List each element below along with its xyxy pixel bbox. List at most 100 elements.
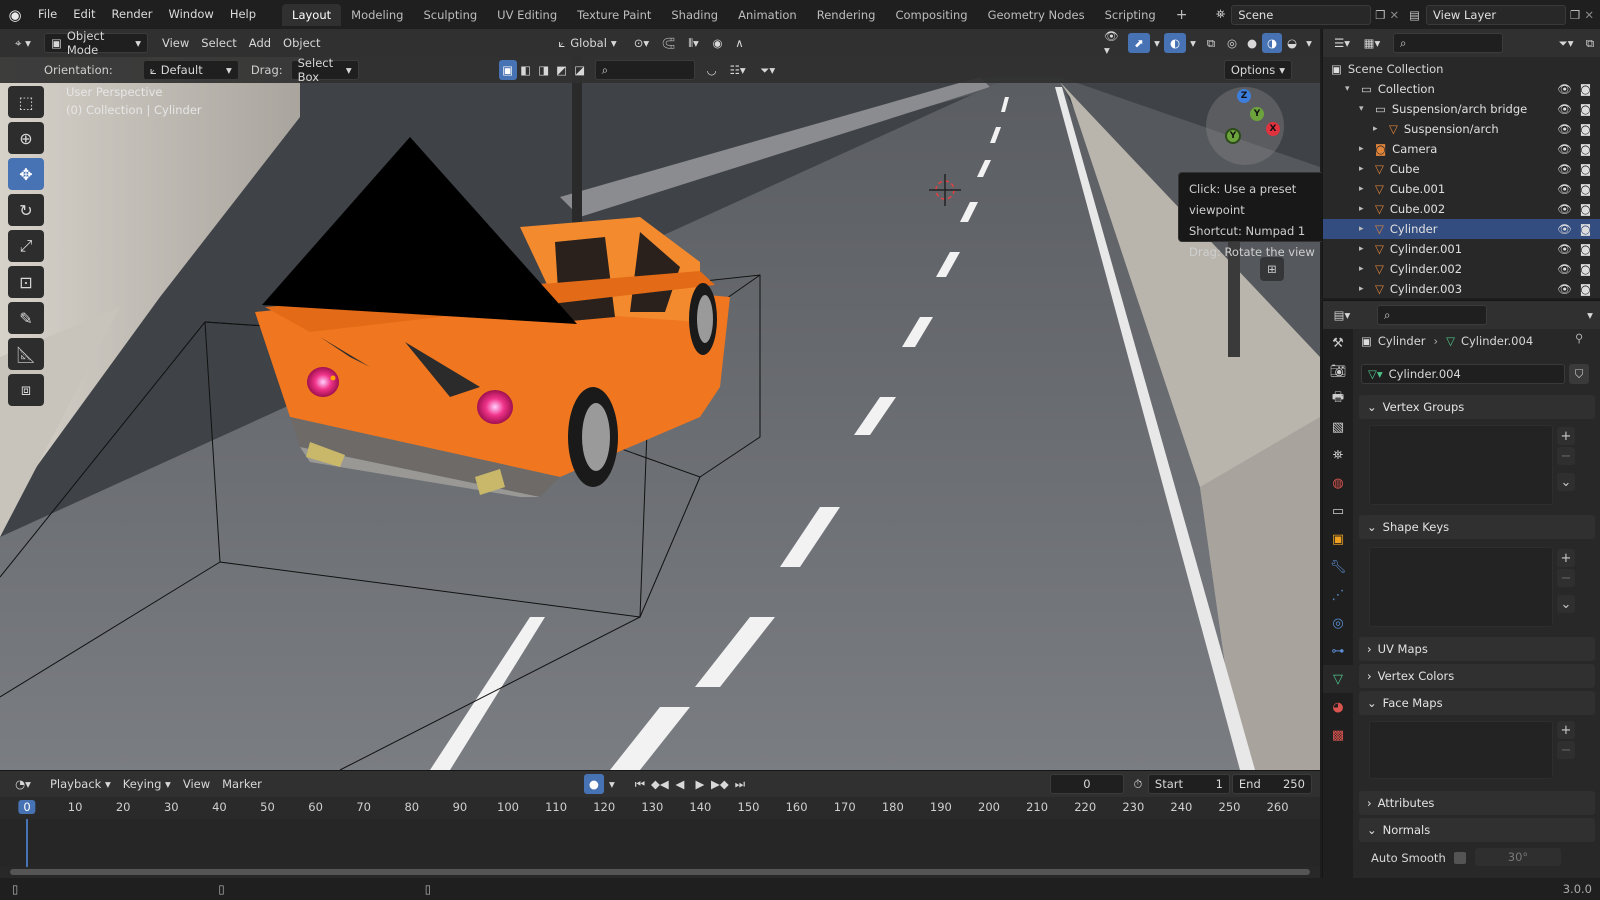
tab-rendering[interactable]: Rendering bbox=[807, 4, 886, 26]
particles-tab-icon[interactable]: ⋰ bbox=[1323, 581, 1353, 609]
menu-object[interactable]: Object bbox=[277, 33, 326, 53]
cursor-tool-icon[interactable]: ⊕ bbox=[8, 122, 44, 154]
outliner-item[interactable]: ▸ ▽ Cylinder.003 👁︎ ◙ bbox=[1323, 279, 1600, 299]
properties-options-icon[interactable]: ▾ bbox=[1580, 305, 1600, 325]
shape-key-specials-button[interactable]: ⌄ bbox=[1557, 595, 1575, 613]
data-tab-icon[interactable]: ▽ bbox=[1323, 665, 1353, 693]
shape-keys-list[interactable] bbox=[1369, 547, 1553, 627]
shape-keys-panel-header[interactable]: ⌄ Shape Keys bbox=[1359, 515, 1595, 539]
vertex-groups-panel-header[interactable]: ⌄ Vertex Groups bbox=[1359, 395, 1595, 419]
drag-selector[interactable]: Select Box ▾ bbox=[290, 56, 359, 84]
menu-select[interactable]: Select bbox=[195, 33, 242, 53]
render-camera-icon[interactable]: ◙ bbox=[1580, 182, 1591, 196]
view-layer-selector[interactable]: View Layer bbox=[1426, 4, 1567, 25]
outliner-item[interactable]: ▸ ▽ Cylinder.002 👁︎ ◙ bbox=[1323, 259, 1600, 279]
face-maps-list[interactable] bbox=[1369, 721, 1553, 779]
collapse-icon[interactable]: ◡ bbox=[701, 60, 723, 80]
expand-arrow-icon[interactable]: ▸ bbox=[1359, 284, 1371, 294]
select-mode-extend-icon[interactable]: ◧ bbox=[517, 60, 535, 80]
render-camera-icon[interactable]: ◙ bbox=[1580, 122, 1591, 136]
visibility-eye-icon[interactable]: 👁︎ bbox=[1557, 102, 1572, 116]
wireframe-shading-icon[interactable]: ◎ bbox=[1222, 33, 1242, 53]
visibility-eye-icon[interactable]: 👁︎ bbox=[1557, 202, 1572, 216]
visibility-eye-icon[interactable]: 👁︎ bbox=[1557, 122, 1572, 136]
tab-layout[interactable]: Layout bbox=[282, 3, 342, 26]
remove-vertex-group-button[interactable]: − bbox=[1557, 447, 1575, 465]
orientation-selector[interactable]: ⟀ Default ▾ bbox=[142, 60, 239, 80]
timeline-track-area[interactable] bbox=[0, 819, 1320, 867]
expand-arrow-icon[interactable]: ▸ bbox=[1359, 184, 1371, 194]
outliner-filter-icon[interactable]: ⏷▾ bbox=[1552, 33, 1580, 53]
end-frame-field[interactable]: End 250 bbox=[1231, 774, 1312, 794]
gizmo-neg-y-icon[interactable]: Y bbox=[1225, 128, 1241, 144]
transform-orientation-selector[interactable]: ⟀ Global ▾ bbox=[549, 33, 627, 53]
properties-editor-type-icon[interactable]: ▤▾ bbox=[1327, 305, 1357, 325]
menu-add[interactable]: Add bbox=[243, 33, 277, 53]
add-face-map-button[interactable]: + bbox=[1557, 721, 1575, 739]
play-reverse-icon[interactable]: ◀ bbox=[670, 774, 690, 794]
expand-arrow-icon[interactable]: ▸ bbox=[1359, 144, 1371, 154]
vertex-group-specials-button[interactable]: ⌄ bbox=[1557, 473, 1575, 491]
view-layer-tab-icon[interactable]: ▧ bbox=[1323, 413, 1353, 441]
shading-dropdown-icon[interactable]: ▾ bbox=[1302, 33, 1316, 53]
constraints-tab-icon[interactable]: ⊶ bbox=[1323, 637, 1353, 665]
timeline-ruler[interactable]: 0 10 20 30 40 50 60 70 80 90 100 110 120 130 140 150 160… bbox=[0, 797, 1320, 819]
xray-icon[interactable]: ⧉ bbox=[1200, 33, 1222, 53]
jump-start-icon[interactable]: ⏮ bbox=[630, 774, 650, 794]
menu-edit[interactable]: Edit bbox=[65, 0, 103, 29]
menu-marker[interactable]: Marker bbox=[216, 774, 268, 794]
outliner-scene-collection[interactable]: ▣ Scene Collection bbox=[1323, 59, 1600, 79]
expand-arrow-icon[interactable]: ▸ bbox=[1359, 264, 1371, 274]
timeline-scrollbar[interactable] bbox=[0, 867, 1320, 877]
tab-compositing[interactable]: Compositing bbox=[885, 4, 977, 26]
uv-maps-panel-header[interactable]: › UV Maps bbox=[1359, 637, 1595, 661]
object-tab-icon[interactable]: ▣ bbox=[1323, 525, 1353, 553]
pivot-point-icon[interactable]: ⊙▾ bbox=[627, 33, 657, 53]
keying-dropdown-icon[interactable]: ▾ bbox=[604, 774, 620, 794]
outliner-item[interactable]: ▸ ▽ Cube.001 👁︎ ◙ bbox=[1323, 179, 1600, 199]
pin-icon[interactable]: ⚲ bbox=[1575, 331, 1583, 345]
outliner-item[interactable]: ▸ ▽ Cylinder.001 👁︎ ◙ bbox=[1323, 239, 1600, 259]
rendered-shading-icon[interactable]: ◒ bbox=[1282, 33, 1302, 53]
vertex-groups-list[interactable] bbox=[1369, 425, 1553, 505]
navigation-gizmo[interactable]: Z Y X Y bbox=[1206, 87, 1284, 165]
tab-uv-editing[interactable]: UV Editing bbox=[487, 4, 567, 26]
properties-search-field[interactable]: ⌕ bbox=[1377, 305, 1487, 325]
expand-arrow-icon[interactable]: ▸ bbox=[1359, 224, 1371, 234]
outliner-editor-type-icon[interactable]: ☰▾ bbox=[1327, 33, 1357, 53]
texture-tab-icon[interactable]: ▩ bbox=[1323, 721, 1353, 749]
gizmo-y-icon[interactable]: Y bbox=[1250, 107, 1264, 121]
world-tab-icon[interactable]: ◍ bbox=[1323, 469, 1353, 497]
viewport-search-field[interactable]: ⌕ bbox=[594, 60, 695, 80]
render-camera-icon[interactable]: ◙ bbox=[1580, 242, 1591, 256]
tab-modeling[interactable]: Modeling bbox=[341, 4, 413, 26]
scene-tab-icon[interactable]: ⛯ bbox=[1323, 441, 1353, 469]
render-camera-icon[interactable]: ◙ bbox=[1580, 142, 1591, 156]
outliner-item[interactable]: ▾ ▭ Collection 👁︎ ◙ bbox=[1323, 79, 1600, 99]
move-tool-icon[interactable]: ✥ bbox=[8, 158, 44, 190]
tab-sculpting[interactable]: Sculpting bbox=[413, 4, 487, 26]
menu-keying[interactable]: Keying ▾ bbox=[117, 774, 177, 794]
render-camera-icon[interactable]: ◙ bbox=[1580, 102, 1591, 116]
next-keyframe-icon[interactable]: ▶◆ bbox=[710, 774, 730, 794]
render-camera-icon[interactable]: ◙ bbox=[1580, 162, 1591, 176]
menu-timeline-view[interactable]: View bbox=[177, 774, 216, 794]
menu-playback[interactable]: Playback ▾ bbox=[44, 774, 117, 794]
expand-arrow-icon[interactable]: ▾ bbox=[1345, 84, 1357, 94]
delete-view-layer-icon[interactable]: ✕ bbox=[1584, 8, 1594, 22]
filter-icon[interactable]: ⏷▾ bbox=[753, 60, 783, 80]
menu-view[interactable]: View bbox=[156, 33, 195, 53]
expand-arrow-icon[interactable]: ▸ bbox=[1359, 244, 1371, 254]
blender-logo-icon[interactable]: ◉ bbox=[0, 6, 30, 24]
expand-arrow-icon[interactable]: ▾ bbox=[1359, 104, 1371, 114]
add-cube-tool-icon[interactable]: ⧈ bbox=[8, 374, 44, 406]
overlay-toggle-icon[interactable]: ◐ bbox=[1164, 33, 1186, 53]
select-box-tool-icon[interactable]: ⬚ bbox=[8, 86, 44, 118]
timeline-editor-type-icon[interactable]: ◔▾ bbox=[8, 774, 38, 794]
visibility-eye-icon[interactable]: 👁︎ bbox=[1557, 82, 1572, 96]
expand-arrow-icon[interactable]: ▸ bbox=[1373, 124, 1385, 134]
mesh-datablock-selector[interactable]: ▽▾ Cylinder.004 bbox=[1361, 364, 1565, 384]
material-tab-icon[interactable]: ◕ bbox=[1323, 693, 1353, 721]
render-camera-icon[interactable]: ◙ bbox=[1580, 262, 1591, 276]
jump-end-icon[interactable]: ⏭ bbox=[730, 774, 750, 794]
